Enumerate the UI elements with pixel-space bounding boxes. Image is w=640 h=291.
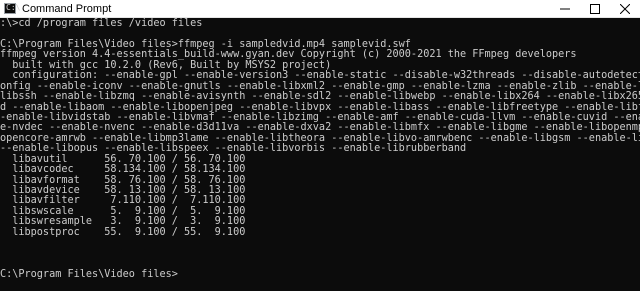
console-line: :\>cd /program files /video files xyxy=(0,18,203,29)
command-prompt-window: C:\ Command Prompt :\>cd /program files … xyxy=(0,0,640,291)
console-prompt[interactable]: C:\Program Files\Video files> xyxy=(0,269,640,280)
console-icon-glyph: C:\ xyxy=(6,3,21,12)
window-controls xyxy=(550,0,640,18)
maximize-button[interactable] xyxy=(580,0,610,18)
close-icon xyxy=(620,4,630,14)
console-icon: C:\ xyxy=(4,3,20,14)
window-title: Command Prompt xyxy=(22,3,112,15)
minimize-icon xyxy=(560,8,570,10)
title-bar[interactable]: C:\ Command Prompt xyxy=(0,0,640,18)
console-output[interactable]: :\>cd /program files /video files C:\Pro… xyxy=(0,18,640,291)
console-line: libavcodec 58.134.100 / 58.134.100 xyxy=(0,164,246,176)
close-button[interactable] xyxy=(610,0,640,18)
maximize-icon xyxy=(590,4,600,14)
console-line: libssh --enable-libzmq --enable-avisynth… xyxy=(0,91,640,103)
console-line: libpostproc 55. 9.100 / 55. 9.100 xyxy=(0,226,246,238)
minimize-button[interactable] xyxy=(550,0,580,18)
